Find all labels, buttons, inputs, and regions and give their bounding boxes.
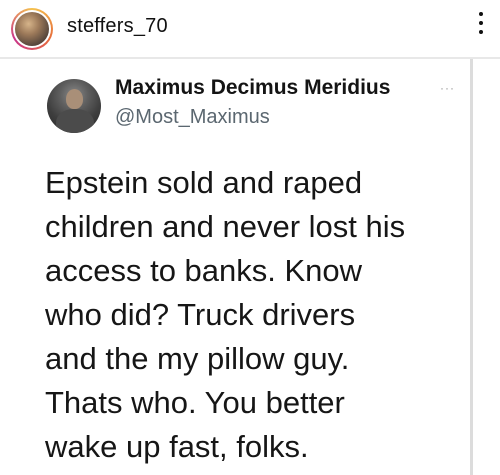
instagram-post: steffers_70 Maximus Decimus Meridius ···…	[0, 0, 500, 475]
post-header: steffers_70	[0, 0, 500, 56]
tweet-text-line: access to banks. Know	[45, 253, 363, 288]
avatar-photo	[15, 12, 49, 46]
vertical-ellipsis-icon[interactable]	[476, 12, 486, 40]
tweet-text-line: and the my pillow guy.	[45, 341, 350, 376]
avatar-face	[66, 89, 83, 109]
tweet-author-avatar	[47, 79, 101, 133]
avatar-frame	[13, 10, 51, 48]
tweet-text-line: children and never lost his	[45, 209, 406, 244]
tweet-text-line: Epstein sold and raped	[45, 165, 363, 200]
avatar-body	[56, 109, 94, 133]
tweet-text-line: Thats who. You better	[45, 385, 345, 420]
tweet-text-line: who did? Truck drivers	[45, 297, 356, 332]
tweet-text-line: wake up fast, folks.	[45, 429, 309, 464]
post-username[interactable]: steffers_70	[67, 15, 168, 38]
profile-avatar[interactable]	[11, 8, 53, 50]
tweet-screenshot: Maximus Decimus Meridius ··· @Most_Maxim…	[0, 57, 500, 475]
tweet-handle: @Most_Maximus	[115, 106, 270, 128]
tweet-body: Epstein sold and raped children and neve…	[45, 161, 465, 469]
horizontal-ellipsis-icon: ···	[440, 81, 455, 95]
image-edge-divider	[470, 59, 473, 475]
tweet-display-name: Maximus Decimus Meridius	[115, 76, 391, 99]
